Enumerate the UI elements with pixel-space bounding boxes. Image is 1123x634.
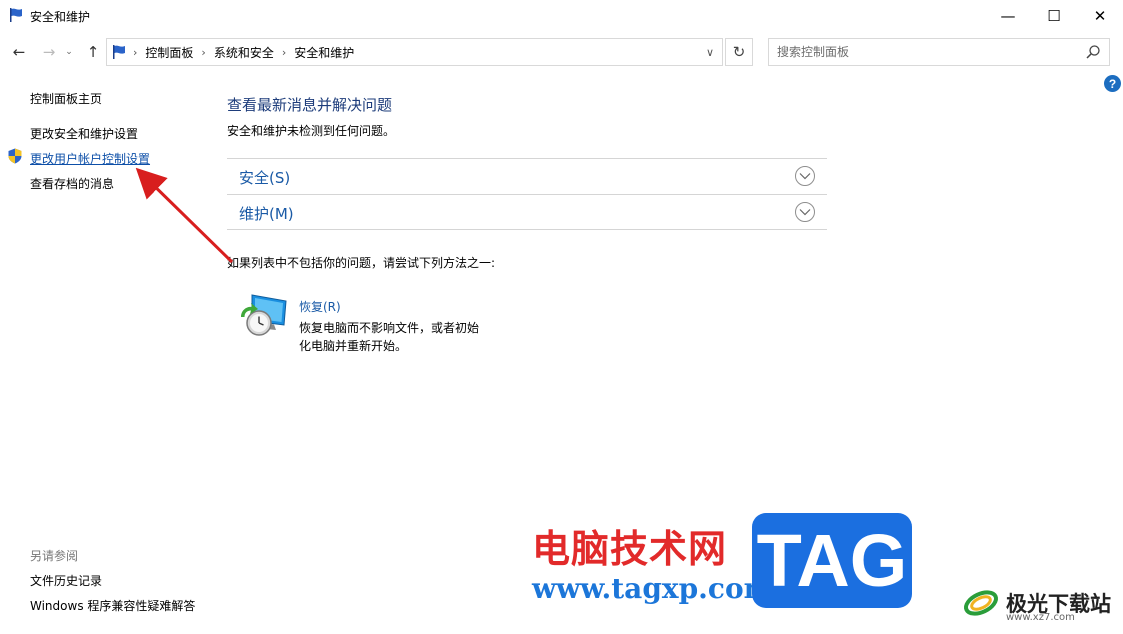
breadcrumb: › 控制面板 › 系统和安全 › 安全和维护	[111, 39, 354, 65]
address-bar[interactable]: › 控制面板 › 系统和安全 › 安全和维护 ∨	[106, 38, 723, 66]
refresh-button[interactable]: ↻	[725, 38, 753, 66]
recent-locations-button[interactable]: ⌄	[62, 41, 76, 63]
page-title: 查看最新消息并解决问题	[227, 96, 393, 114]
breadcrumb-separator[interactable]: ›	[201, 46, 205, 59]
minimize-icon: —	[1000, 7, 1016, 25]
sidebar-item-change-uac-settings[interactable]: 更改用户帐户控制设置	[30, 150, 150, 167]
section-security[interactable]: 安全(S)	[227, 158, 827, 194]
aurora-logo-icon	[964, 590, 998, 616]
maximize-icon: ☐	[1047, 7, 1061, 25]
flag-icon	[10, 8, 22, 22]
window-title: 安全和维护	[30, 10, 91, 24]
watermark-cn-text: 电脑技术网	[532, 527, 728, 571]
search-box[interactable]	[768, 38, 1110, 66]
status-message: 安全和维护未检测到任何问题。	[227, 124, 396, 138]
recovery-description: 恢复电脑而不影响文件，或者初始化电脑并重新开始。	[299, 321, 480, 353]
title-bar: 安全和维护 — ☐ ✕	[0, 0, 1123, 32]
section-maintenance[interactable]: 维护(M)	[227, 194, 827, 230]
close-button[interactable]: ✕	[1077, 0, 1123, 32]
breadcrumb-security-maintenance[interactable]: 安全和维护	[294, 44, 354, 61]
left-pane: 控制面板主页 更改安全和维护设置 更改用户帐户控制设置 查看存档的消息 另请参阅…	[0, 72, 200, 634]
close-icon: ✕	[1093, 7, 1107, 25]
forward-button[interactable]: →	[38, 41, 60, 63]
help-icon[interactable]: ?	[1104, 75, 1121, 92]
see-also-file-history[interactable]: 文件历史记录	[30, 572, 102, 589]
recovery-link[interactable]: 恢复(R)	[299, 298, 341, 315]
breadcrumb-separator: ›	[133, 45, 138, 59]
chevron-down-icon[interactable]	[795, 202, 815, 222]
maximize-button[interactable]: ☐	[1031, 0, 1077, 32]
watermark-site: 极光下载站 www.xz7.com	[962, 578, 1111, 628]
chevron-down-icon[interactable]	[795, 166, 815, 186]
arrow-right-icon: →	[42, 43, 56, 61]
address-dropdown-button[interactable]: ∨	[698, 39, 722, 65]
arrow-left-icon: ←	[12, 43, 26, 61]
breadcrumb-control-panel[interactable]: 控制面板	[145, 44, 193, 61]
chevron-down-icon: ⌄	[65, 47, 73, 57]
search-icon[interactable]	[1085, 44, 1101, 60]
watermark-tag-logo: TAG	[752, 513, 912, 608]
watermark-url: www.tagxp.com	[532, 572, 774, 605]
watermark-site-url: www.xz7.com	[1006, 612, 1075, 623]
minimize-button[interactable]: —	[985, 0, 1031, 32]
back-button[interactable]: ←	[8, 41, 30, 63]
uac-shield-icon	[8, 148, 22, 164]
breadcrumb-separator[interactable]: ›	[282, 46, 286, 59]
sidebar-item-change-security-settings[interactable]: 更改安全和维护设置	[30, 125, 138, 142]
flag-icon	[113, 45, 125, 59]
arrow-up-icon: ↑	[86, 43, 100, 61]
navigation-bar: ← → ⌄ ↑ › 控制面板 › 系统和安全 › 安全和维护 ∨ ↻	[0, 32, 1123, 72]
search-input[interactable]	[777, 43, 1067, 61]
see-also-title: 另请参阅	[30, 549, 79, 563]
section-maintenance-label: 维护(M)	[239, 205, 294, 223]
see-also-compatibility-troubleshooter[interactable]: Windows 程序兼容性疑难解答	[30, 597, 195, 614]
refresh-icon: ↻	[732, 43, 746, 61]
troubleshoot-hint: 如果列表中不包括你的问题，请尝试下列方法之一:	[227, 256, 496, 270]
up-button[interactable]: ↑	[82, 41, 104, 63]
chevron-down-icon: ∨	[705, 45, 715, 59]
sidebar-item-view-archived-messages[interactable]: 查看存档的消息	[30, 175, 114, 192]
sidebar-item-control-panel-home[interactable]: 控制面板主页	[30, 90, 102, 107]
breadcrumb-system-security[interactable]: 系统和安全	[214, 44, 274, 61]
recovery-icon[interactable]	[238, 292, 288, 338]
section-security-label: 安全(S)	[239, 169, 291, 187]
